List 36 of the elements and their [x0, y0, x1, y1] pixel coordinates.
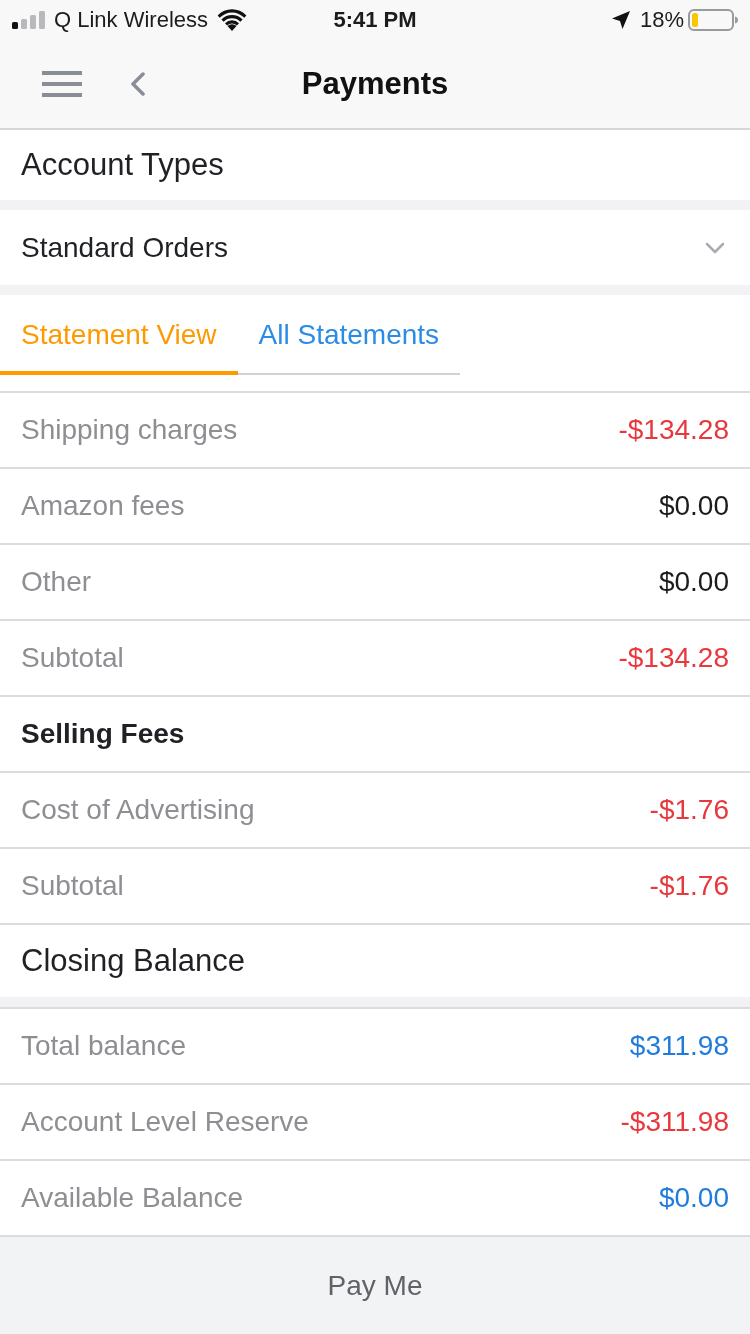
- pay-me-button[interactable]: Pay Me: [0, 1237, 750, 1334]
- chevron-down-icon: [705, 241, 725, 254]
- amount-value: -$1.76: [649, 794, 729, 826]
- location-arrow-icon: [611, 11, 630, 29]
- amount-value: -$311.98: [620, 1106, 729, 1138]
- amount-value: $0.00: [658, 490, 729, 522]
- row-label: Account Level Reserve: [21, 1106, 309, 1138]
- section-title: Closing Balance: [21, 943, 246, 979]
- tab[interactable]: All Statements: [237, 295, 461, 375]
- amount-value: -$1.76: [649, 870, 729, 902]
- row-label: Amazon fees: [21, 490, 185, 522]
- amount-value: $311.98: [629, 1030, 729, 1062]
- row-label: Total balance: [21, 1030, 186, 1062]
- battery-icon: [688, 9, 738, 31]
- section-title: Account Types: [21, 147, 224, 183]
- amount-value: $0.00: [658, 566, 729, 598]
- row-label: Available Balance: [21, 1182, 244, 1214]
- row-label: Cost of Advertising: [21, 794, 255, 826]
- menu-icon: [42, 71, 82, 97]
- amount-value: -$134.28: [618, 642, 729, 674]
- wifi-icon: [217, 9, 248, 31]
- row-label: Subtotal: [21, 642, 124, 674]
- back-button[interactable]: [130, 72, 146, 96]
- page-title: Payments: [301, 66, 449, 102]
- group-heading: Selling Fees: [21, 718, 185, 750]
- amount-value: -$134.28: [618, 414, 729, 446]
- back-chevron-icon: [130, 72, 146, 96]
- status-time: 5:41 PM: [333, 7, 417, 33]
- row-label: Other: [21, 566, 92, 598]
- battery-percentage: 18%: [639, 7, 684, 33]
- signal-icon: [12, 11, 46, 29]
- amount-value: $0.00: [658, 1182, 729, 1214]
- menu-button[interactable]: [42, 71, 82, 97]
- row-label: Shipping charges: [21, 414, 238, 446]
- row-label: Subtotal: [21, 870, 124, 902]
- carrier-name: Q Link Wireless: [54, 7, 209, 33]
